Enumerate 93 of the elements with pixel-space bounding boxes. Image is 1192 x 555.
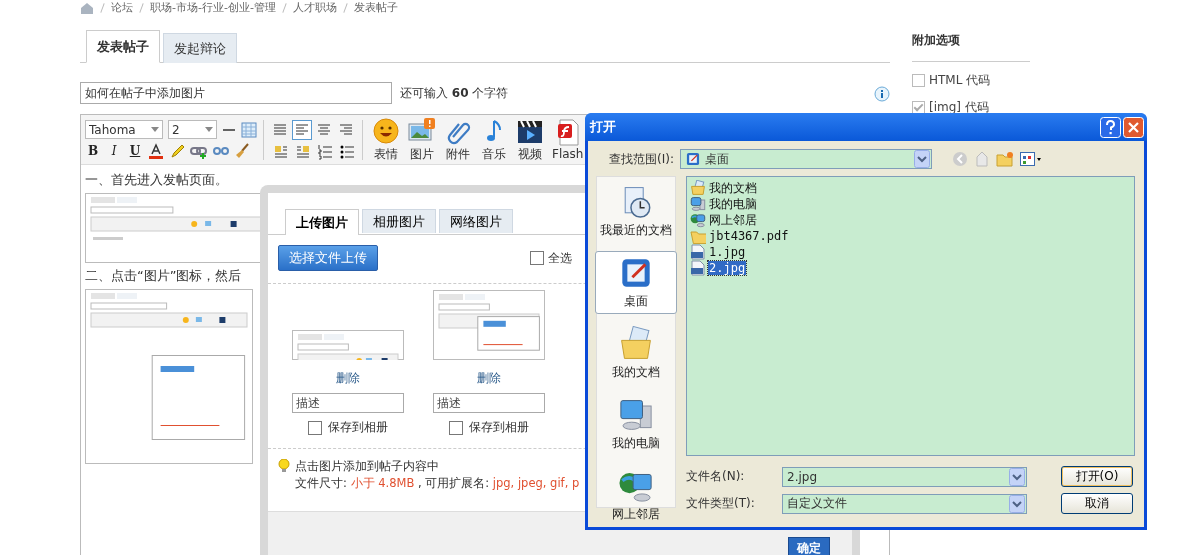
file-item[interactable]: jbt4367.pdf <box>708 229 790 243</box>
checkbox-label: 保存到相册 <box>469 419 529 436</box>
folder-document-icon <box>618 326 654 362</box>
breadcrumb-link[interactable]: 发表帖子 <box>353 2 398 14</box>
file-item[interactable]: 1.jpg <box>708 245 747 259</box>
checkbox[interactable] <box>449 420 463 435</box>
filename-field[interactable]: 2.jpg <box>782 466 1027 487</box>
font-color-icon[interactable] <box>148 143 164 159</box>
image-file-icon <box>690 244 706 260</box>
align-left-icon <box>294 121 310 138</box>
file-item[interactable]: 网上邻居 <box>708 211 758 229</box>
desktop-icon <box>684 151 701 167</box>
brush-icon[interactable] <box>234 143 250 159</box>
home-icon[interactable] <box>80 2 94 14</box>
float-left-icon[interactable] <box>273 143 289 160</box>
place-item[interactable]: 我最近的文档 <box>595 180 677 243</box>
caret-icon <box>205 127 213 132</box>
numbered-list-icon[interactable] <box>317 143 333 160</box>
breadcrumb-link[interactable]: 论坛 <box>111 2 133 14</box>
align-right-icon <box>338 121 354 138</box>
highlighter-icon[interactable] <box>169 143 185 159</box>
align-justify-icon <box>272 121 288 138</box>
character-counter: 还可输入 60 个字符 <box>400 84 509 102</box>
tab[interactable]: 相册图片 <box>362 209 436 233</box>
tab[interactable]: 上传图片 <box>285 209 359 235</box>
media-button[interactable]: 图片 <box>405 116 439 163</box>
delete-link[interactable]: 删除 <box>336 370 360 387</box>
look-in-label: 查找范围(I): <box>609 150 674 168</box>
checkbox[interactable] <box>912 74 925 87</box>
field-label: 文件类型(T): <box>686 495 756 512</box>
view-menu-icon[interactable] <box>1019 151 1042 167</box>
caret-icon <box>151 127 159 132</box>
description-field[interactable]: 描述 <box>292 393 404 413</box>
window-title: 打开 <box>590 118 616 136</box>
checkbox-label: 保存到相册 <box>328 419 388 436</box>
align-center-icon <box>316 121 332 138</box>
computer-icon <box>690 196 706 212</box>
file-item[interactable]: 2.jpg <box>708 261 747 275</box>
content-paragraph: 一、首先进入发帖页面。 <box>85 171 228 189</box>
media-button[interactable]: Flash <box>549 118 587 161</box>
media-button[interactable]: 音乐 <box>477 116 511 163</box>
format-button[interactable]: I <box>106 144 122 158</box>
tab[interactable]: 发起辩论 <box>163 33 237 63</box>
lightbulb-icon <box>278 459 290 473</box>
smiley-icon <box>372 116 400 145</box>
format-button[interactable]: U <box>127 144 143 158</box>
option-label: [img] 代码 <box>929 99 989 116</box>
media-button[interactable]: 视频 <box>513 116 547 163</box>
close-icon[interactable] <box>1123 116 1144 138</box>
folder-document-icon <box>690 180 706 196</box>
checkbox[interactable] <box>308 420 322 435</box>
media-button[interactable]: 附件 <box>441 116 475 163</box>
format-button[interactable]: B <box>85 144 101 158</box>
breadcrumb-link[interactable]: 人才职场 <box>292 2 337 14</box>
folder-icon <box>690 228 706 244</box>
font-select[interactable]: Tahoma <box>85 120 163 139</box>
look-in-dropdown[interactable]: 桌面 <box>679 149 932 169</box>
description-field[interactable]: 描述 <box>433 393 545 413</box>
file-type-dropdown[interactable]: 自定义文件 <box>782 493 1027 514</box>
option-label: HTML 代码 <box>929 72 991 89</box>
sidebar-title: 附加选项 <box>912 32 1030 62</box>
tab[interactable]: 发表帖子 <box>86 30 160 63</box>
checkbox[interactable] <box>530 251 544 265</box>
checkbox-label: 全选 <box>548 249 572 267</box>
delete-link[interactable]: 删除 <box>477 370 501 387</box>
file-info-text: 文件尺寸: 小于 4.8MB , 可用扩展名: jpg, jpeg, gif, p <box>295 476 580 491</box>
upload-button[interactable]: 选择文件上传 <box>278 245 378 271</box>
place-item[interactable]: 我的电脑 <box>595 393 677 456</box>
content-paragraph: 二、点击“图片”图标，然后 <box>85 267 242 285</box>
network-globe-icon <box>690 212 706 228</box>
align-button[interactable] <box>292 119 312 140</box>
image-file-icon <box>690 260 706 276</box>
media-button[interactable]: 表情 <box>369 116 403 163</box>
size-select[interactable]: 2 <box>168 120 217 139</box>
field-label: 文件名(N): <box>686 468 746 485</box>
tip-text: 点击图片添加到帖子内容中 <box>295 459 439 474</box>
computer-icon <box>618 397 654 433</box>
breadcrumb-link[interactable]: 职场-市场-行业-创业-管理 <box>150 2 276 14</box>
bullet-list-icon[interactable] <box>339 143 355 160</box>
new-folder-icon[interactable] <box>995 151 1014 167</box>
help-icon[interactable] <box>1100 116 1121 138</box>
file-item[interactable]: 我的文档 <box>708 179 758 197</box>
file-item[interactable]: 我的电脑 <box>708 195 758 213</box>
place-item[interactable]: 我的文档 <box>595 322 677 385</box>
place-item[interactable]: 网上邻居 <box>595 464 677 527</box>
open-button[interactable]: 打开(O) <box>1061 466 1133 487</box>
info-icon[interactable] <box>874 86 890 102</box>
cancel-button[interactable]: 取消 <box>1061 493 1133 514</box>
tab[interactable]: 网络图片 <box>439 209 513 233</box>
subject-field[interactable]: 如何在帖子中添加图片 <box>80 82 392 104</box>
place-item[interactable]: 桌面 <box>595 251 677 314</box>
float-right-icon[interactable] <box>295 143 311 160</box>
confirm-button[interactable]: 确定 <box>788 537 830 555</box>
